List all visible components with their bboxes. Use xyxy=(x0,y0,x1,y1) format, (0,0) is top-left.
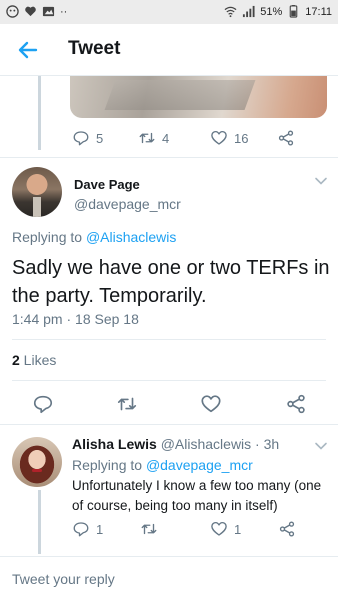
reply-count: 5 xyxy=(96,130,104,146)
status-more-dots: ·· xyxy=(60,5,68,18)
thread-line xyxy=(38,490,41,554)
share-action[interactable] xyxy=(285,393,307,415)
likes-count: 2 xyxy=(12,352,20,368)
like-action[interactable]: 16 xyxy=(210,129,248,147)
reply-action[interactable]: 1 xyxy=(72,520,103,538)
reply-icon xyxy=(73,522,89,537)
replying-to: Replying to @davepage_mcr xyxy=(72,457,253,473)
tweet-text: Unfortunately I know a few too many (one… xyxy=(72,478,322,513)
notification-face-icon xyxy=(6,5,19,18)
retweet-icon xyxy=(141,523,157,535)
signal-icon xyxy=(243,5,255,18)
reply-action[interactable] xyxy=(32,393,54,415)
retweet-icon xyxy=(117,397,137,411)
like-count: 1 xyxy=(234,521,242,537)
like-action[interactable]: 1 xyxy=(210,520,241,538)
reply-count: 1 xyxy=(96,521,104,537)
replying-prefix: Replying to xyxy=(72,457,146,473)
tweet-text: Sadly we have one or two TERFs in the pa… xyxy=(12,257,330,307)
retweet-count: 4 xyxy=(162,130,170,146)
author-handle: @Alishaclewis · 3h xyxy=(160,436,280,452)
replying-to: Replying to @Alishaclewis xyxy=(12,229,176,245)
share-icon xyxy=(278,130,294,146)
tweet-media-image[interactable] xyxy=(70,76,327,118)
retweet-icon xyxy=(139,132,155,144)
tweet-timestamp[interactable]: 1:44 pm · 18 Sep 18 xyxy=(12,311,139,327)
notification-heart-icon xyxy=(25,6,36,17)
notification-image-icon xyxy=(42,6,55,17)
divider xyxy=(0,556,338,557)
wifi-icon xyxy=(224,6,237,18)
heart-icon xyxy=(211,521,227,536)
back-arrow-icon[interactable] xyxy=(16,38,40,62)
reply-author[interactable]: Alisha Lewis @Alishaclewis · 3h xyxy=(72,436,279,452)
heart-icon xyxy=(211,130,227,145)
likes-label: Likes xyxy=(19,352,57,368)
status-time: 17:11 xyxy=(305,5,332,18)
divider xyxy=(0,157,338,158)
reply-action[interactable]: 5 xyxy=(72,129,103,147)
battery-icon xyxy=(289,5,298,18)
share-icon xyxy=(279,521,295,537)
battery-percent: 51% xyxy=(260,5,283,18)
divider xyxy=(12,380,326,381)
divider xyxy=(0,424,338,425)
status-bar: ·· 51% 17:11 xyxy=(0,0,338,24)
app-bar: Tweet xyxy=(0,24,338,76)
divider xyxy=(12,339,326,340)
thread-line xyxy=(38,76,41,150)
chevron-down-icon[interactable] xyxy=(314,439,328,453)
like-count: 16 xyxy=(234,130,249,146)
author-handle[interactable]: @davepage_mcr xyxy=(74,196,181,212)
reply-icon xyxy=(73,131,89,146)
replying-prefix: Replying to xyxy=(12,229,86,245)
retweet-action[interactable] xyxy=(116,393,138,415)
retweet-action[interactable] xyxy=(140,520,164,538)
replying-to-link[interactable]: @davepage_mcr xyxy=(146,457,253,473)
retweet-action[interactable]: 4 xyxy=(138,129,169,147)
like-action[interactable] xyxy=(200,393,222,415)
reply-icon xyxy=(33,395,53,414)
replying-to-link[interactable]: @Alishaclewis xyxy=(86,229,176,245)
likes-summary[interactable]: 2 Likes xyxy=(12,352,56,368)
chevron-down-icon[interactable] xyxy=(314,174,328,188)
status-bar-right: 51% 17:11 xyxy=(224,5,332,18)
reply-input[interactable]: Tweet your reply xyxy=(12,571,115,587)
avatar[interactable] xyxy=(12,437,62,487)
status-bar-left: ·· xyxy=(6,5,67,18)
share-action[interactable] xyxy=(278,520,296,538)
share-action[interactable] xyxy=(277,129,295,147)
author-name: Alisha Lewis xyxy=(72,436,157,452)
avatar[interactable] xyxy=(12,167,62,217)
heart-icon xyxy=(201,395,221,413)
page-title: Tweet xyxy=(68,38,121,59)
author-name[interactable]: Dave Page xyxy=(74,177,140,192)
share-icon xyxy=(287,394,305,414)
